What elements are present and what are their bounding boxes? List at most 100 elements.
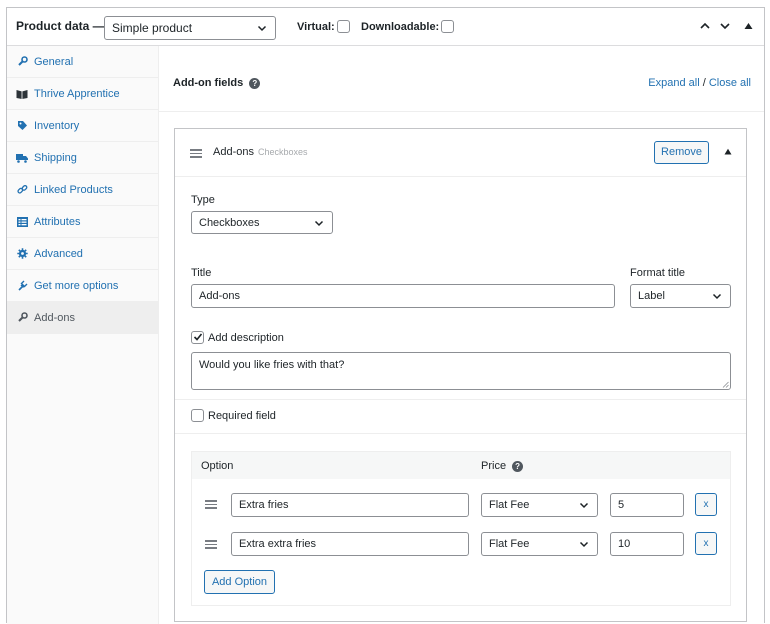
add-description-checkbox[interactable] [191,331,204,344]
truck-icon [16,152,28,164]
addon-type-hint: Checkboxes [257,147,308,157]
add-description-label: Add description [208,331,284,344]
expand-close-links: Expand all / Close all [648,77,751,89]
add-option-button[interactable]: Add Option [204,570,275,594]
required-field-checkbox[interactable] [191,409,204,422]
option-price-value: 10 [618,538,631,550]
price-column-header: Price? [481,460,524,472]
tab-label: Thrive Apprentice [34,87,120,100]
book-icon [16,88,28,100]
addon-fields-heading: Add-on fields? [173,77,261,89]
tab-linked-products[interactable]: Linked Products [7,174,158,206]
product-type-value: Simple product [112,21,193,35]
addon-name: Add-ons [213,146,254,158]
tag-icon [16,120,28,132]
option-label-input[interactable]: Extra extra fries [231,532,469,556]
link-separator: / [699,77,709,89]
add-description-toggle[interactable]: Add description [191,331,284,344]
move-down-icon[interactable] [719,20,731,32]
format-title-label: Format title [630,267,686,279]
price-header-label: Price [481,460,507,472]
help-icon[interactable]: ? [512,460,524,472]
link-icon [16,184,28,196]
tab-advanced[interactable]: Advanced [7,238,158,270]
price-type-select[interactable]: Flat Fee [481,493,598,517]
virtual-checkbox[interactable] [336,20,350,33]
downloadable-checkbox[interactable] [441,20,455,33]
drag-handle-icon[interactable] [190,149,202,158]
collapse-addon-icon[interactable] [724,148,732,155]
remove-option-button[interactable]: x [695,532,717,555]
plugin-icon [16,280,28,292]
help-icon[interactable]: ? [249,77,261,89]
option-price-value: 5 [618,499,625,511]
option-label-value: Extra fries [239,499,289,511]
tab-label: Advanced [34,247,83,260]
option-label-value: Extra extra fries [239,538,317,550]
format-title-value: Label [638,290,665,302]
downloadable-toggle[interactable]: Downloadable: [361,20,455,33]
tab-label: Add-ons [34,311,75,324]
option-price-input[interactable]: 10 [610,532,684,556]
tab-label: Linked Products [34,183,113,196]
addon-item-header[interactable]: Add-ons Checkboxes Remove [175,129,746,177]
tab-label: Inventory [34,119,80,132]
section-divider [175,399,746,400]
tab-shipping[interactable]: Shipping [7,142,158,174]
wrench-icon [16,56,28,68]
addon-title-input[interactable]: Add-ons [191,284,615,308]
tab-label: Get more options [34,279,119,292]
addon-description-value: Would you like fries with that? [199,359,345,371]
required-field-label: Required field [208,409,276,422]
section-divider [175,433,746,434]
product-type-select[interactable]: Simple product [104,16,276,40]
chevron-down-icon [579,502,589,509]
collapse-panel-icon[interactable] [744,22,753,30]
price-type-value: Flat Fee [489,499,530,511]
price-type-select[interactable]: Flat Fee [481,532,598,556]
options-table: Option Price? Extra fries Flat Fee 5 x E… [191,451,731,606]
tab-thrive-apprentice[interactable]: Thrive Apprentice [7,78,158,110]
close-all-link[interactable]: Close all [709,77,751,89]
addon-description-textarea[interactable]: Would you like fries with that? [191,352,731,390]
chevron-down-icon [712,293,722,300]
tab-label: General [34,55,74,68]
tab-general[interactable]: General [7,46,158,78]
drag-handle-icon[interactable] [205,500,217,509]
remove-addon-button[interactable]: Remove [654,141,709,164]
chevron-down-icon [257,25,267,32]
required-field-toggle[interactable]: Required field [191,409,276,422]
chevron-down-icon [314,220,324,226]
resize-grip-icon[interactable] [722,381,729,388]
gear-icon [16,248,28,260]
remove-option-button[interactable]: x [695,493,717,516]
title-label: Title [191,267,212,279]
addons-panel: Add-on fields? Expand all / Close all Ad… [159,46,764,624]
chevron-down-icon [579,541,589,548]
move-up-icon[interactable] [699,20,711,32]
addon-fields-bar: Add-on fields? Expand all / Close all [159,46,764,112]
options-table-header: Option Price? [192,452,730,479]
price-type-value: Flat Fee [489,538,530,550]
virtual-toggle[interactable]: Virtual: [297,20,350,33]
addon-title-value: Add-ons [199,290,240,302]
addon-type-value: Checkboxes [199,216,260,229]
tab-label: Attributes [34,215,81,228]
option-price-input[interactable]: 5 [610,493,684,517]
tab-get-more-options[interactable]: Get more options [7,270,158,302]
tab-attributes[interactable]: Attributes [7,206,158,238]
product-data-panel: Product data — Simple product Virtual: D… [6,7,765,624]
addon-type-select[interactable]: Checkboxes [191,211,333,234]
tab-label: Shipping [34,151,77,164]
format-title-select[interactable]: Label [630,284,731,308]
expand-all-link[interactable]: Expand all [648,77,699,89]
option-label-input[interactable]: Extra fries [231,493,469,517]
option-column-header: Option [201,460,234,472]
product-data-tabs: General Thrive Apprentice Inventory Ship… [7,46,159,624]
tab-inventory[interactable]: Inventory [7,110,158,142]
list-icon [16,216,28,228]
product-data-header: Product data — Simple product Virtual: D… [7,8,764,46]
drag-handle-icon[interactable] [205,540,217,549]
type-label: Type [191,194,215,206]
tab-add-ons[interactable]: Add-ons [7,302,158,334]
